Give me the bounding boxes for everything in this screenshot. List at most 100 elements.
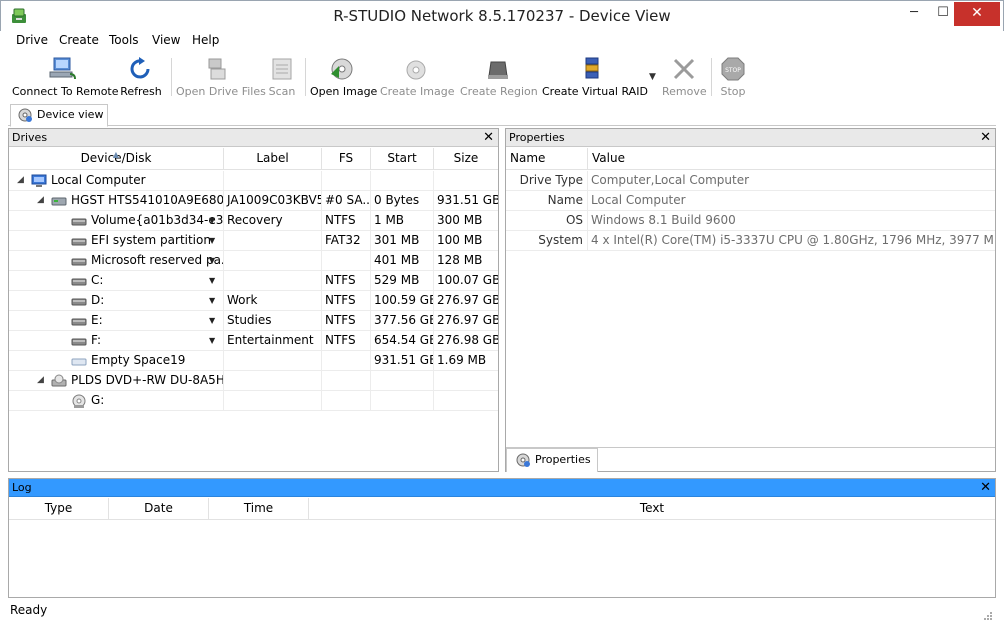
- scan-button[interactable]: Scan: [264, 54, 300, 100]
- create-region-button[interactable]: Create Region: [460, 54, 538, 100]
- fs-cell: [322, 351, 371, 371]
- create-virtual-raid-button[interactable]: Create Virtual RAID: [542, 54, 648, 100]
- column-header-device[interactable]: ▲ Device/Disk: [9, 148, 224, 170]
- open-image-button[interactable]: Open Image: [310, 54, 377, 100]
- property-row[interactable]: OS Windows 8.1 Build 9600: [506, 211, 995, 231]
- device-name-cell: Microsoft reserved pa... ▼: [9, 251, 224, 271]
- log-panel-close-icon[interactable]: ✕: [980, 479, 991, 496]
- close-button[interactable]: ✕: [954, 2, 1000, 26]
- create-image-icon: [406, 60, 426, 80]
- table-row[interactable]: EFI system partition ▼ FAT32 301 MB 100 MB: [9, 231, 498, 251]
- column-header-text[interactable]: Text: [309, 498, 995, 520]
- device-name-cell: F: ▼: [9, 331, 224, 351]
- device-name-cell: ◢ PLDS DVD+-RW DU-8A5H...: [9, 371, 224, 391]
- refresh-button[interactable]: Refresh: [118, 54, 164, 100]
- minimize-button[interactable]: ─: [899, 2, 929, 26]
- column-header-time[interactable]: Time: [209, 498, 309, 520]
- device-name: C:: [91, 273, 104, 287]
- label-cell: Recovery: [224, 211, 322, 231]
- table-row[interactable]: ◢ PLDS DVD+-RW DU-8A5H...: [9, 371, 498, 391]
- row-dropdown-arrow-icon[interactable]: ▼: [209, 251, 215, 270]
- menu-view[interactable]: View: [152, 33, 180, 47]
- start-cell: 401 MB: [371, 251, 434, 271]
- remove-icon: [673, 58, 695, 80]
- label-cell: Studies: [224, 311, 322, 331]
- table-row[interactable]: Microsoft reserved pa... ▼ 401 MB 128 MB: [9, 251, 498, 271]
- refresh-icon: [130, 57, 150, 79]
- column-header-fs[interactable]: FS: [322, 148, 371, 170]
- column-header-start[interactable]: Start: [371, 148, 434, 170]
- menu-drive[interactable]: Drive: [16, 33, 48, 47]
- size-cell: 276.97 GB: [437, 293, 498, 307]
- virtual-raid-icon: [585, 57, 599, 79]
- column-header-size[interactable]: Size: [434, 148, 498, 170]
- remove-button[interactable]: Remove: [662, 54, 707, 100]
- fs-cell: [322, 171, 371, 191]
- stop-button[interactable]: STOP Stop: [716, 54, 750, 100]
- row-dropdown-arrow-icon[interactable]: ▼: [209, 311, 215, 330]
- virtual-raid-dropdown-arrow[interactable]: ▼: [649, 72, 656, 82]
- svg-text:STOP: STOP: [725, 67, 741, 74]
- property-row[interactable]: Name Local Computer: [506, 191, 995, 211]
- connect-to-remote-label: Connect To Remote: [12, 85, 119, 98]
- start-cell: [371, 371, 434, 391]
- column-header-value[interactable]: Value: [588, 148, 995, 170]
- stop-label: Stop: [720, 85, 746, 98]
- table-row[interactable]: G:: [9, 391, 498, 411]
- table-row[interactable]: F: ▼ Entertainment NTFS 654.54 GB 276.98 GB: [9, 331, 498, 351]
- properties-panel-close-icon[interactable]: ✕: [980, 129, 991, 146]
- device-name: F:: [91, 333, 102, 347]
- device-name: Empty Space19: [91, 353, 186, 367]
- property-row[interactable]: Drive Type Computer,Local Computer: [506, 171, 995, 191]
- property-value: 4 x Intel(R) Core(TM) i5-3337U CPU @ 1.8…: [591, 233, 995, 247]
- row-dropdown-arrow-icon[interactable]: ▼: [209, 231, 215, 250]
- tree-expander-icon[interactable]: ◢: [17, 171, 24, 190]
- label-cell: [224, 371, 322, 391]
- start-cell: 301 MB: [371, 231, 434, 251]
- size-cell: 276.97 GB: [437, 313, 498, 327]
- hard-disk-icon: [51, 197, 67, 206]
- tree-expander-icon[interactable]: ◢: [37, 371, 44, 390]
- menu-bar: Drive Create Tools View Help: [8, 31, 996, 52]
- optical-drive-icon: [51, 374, 67, 387]
- connect-to-remote-button[interactable]: Connect To Remote: [12, 54, 119, 100]
- table-row[interactable]: E: ▼ Studies NTFS 377.56 GB 276.97 GB: [9, 311, 498, 331]
- table-row[interactable]: ◢ Local Computer: [9, 171, 498, 191]
- menu-create[interactable]: Create: [59, 33, 99, 47]
- partition-icon: [71, 318, 87, 326]
- column-header-name[interactable]: Name: [506, 148, 588, 170]
- connect-remote-icon: [49, 57, 76, 80]
- create-image-button[interactable]: Create Image: [380, 54, 455, 100]
- row-dropdown-arrow-icon[interactable]: ▼: [209, 291, 215, 310]
- fs-cell: NTFS: [322, 271, 371, 291]
- menu-tools[interactable]: Tools: [109, 33, 139, 47]
- property-name: Name: [506, 191, 588, 211]
- device-name-cell: E: ▼: [9, 311, 224, 331]
- device-name: PLDS DVD+-RW DU-8A5H...: [71, 373, 224, 387]
- tree-expander-icon[interactable]: ◢: [37, 191, 44, 210]
- column-header-date[interactable]: Date: [109, 498, 209, 520]
- row-dropdown-arrow-icon[interactable]: ▼: [209, 271, 215, 290]
- property-row[interactable]: System 4 x Intel(R) Core(TM) i5-3337U CPU…: [506, 231, 995, 251]
- label-cell: [224, 231, 322, 251]
- row-dropdown-arrow-icon[interactable]: ▼: [209, 331, 215, 350]
- column-header-type[interactable]: Type: [9, 498, 109, 520]
- table-row[interactable]: Empty Space19 931.51 GB 1.69 MB: [9, 351, 498, 371]
- tab-properties[interactable]: Properties: [506, 448, 598, 472]
- open-drive-files-icon: [208, 58, 226, 80]
- row-dropdown-arrow-icon[interactable]: ▼: [209, 211, 215, 230]
- resize-grip-icon[interactable]: [982, 610, 992, 620]
- properties-icon: [516, 453, 530, 467]
- device-name-cell: ◢ HGST HTS541010A9E680 J...: [9, 191, 224, 211]
- open-drive-files-button[interactable]: Open Drive Files: [176, 54, 266, 100]
- drives-panel-close-icon[interactable]: ✕: [483, 129, 494, 146]
- maximize-button[interactable]: ☐: [929, 2, 957, 26]
- open-drive-files-label: Open Drive Files: [176, 85, 266, 98]
- table-row[interactable]: C: ▼ NTFS 529 MB 100.07 GB: [9, 271, 498, 291]
- column-header-label[interactable]: Label: [224, 148, 322, 170]
- tab-device-view[interactable]: Device view: [10, 104, 108, 127]
- table-row[interactable]: Volume{a01b3d34-e3c...▼RecoveryNTFS1 MB3…: [9, 211, 498, 231]
- table-row[interactable]: ◢ HGST HTS541010A9E680 J...JA1009C03KBV5P…: [9, 191, 498, 211]
- table-row[interactable]: D: ▼ Work NTFS 100.59 GB 276.97 GB: [9, 291, 498, 311]
- menu-help[interactable]: Help: [192, 33, 219, 47]
